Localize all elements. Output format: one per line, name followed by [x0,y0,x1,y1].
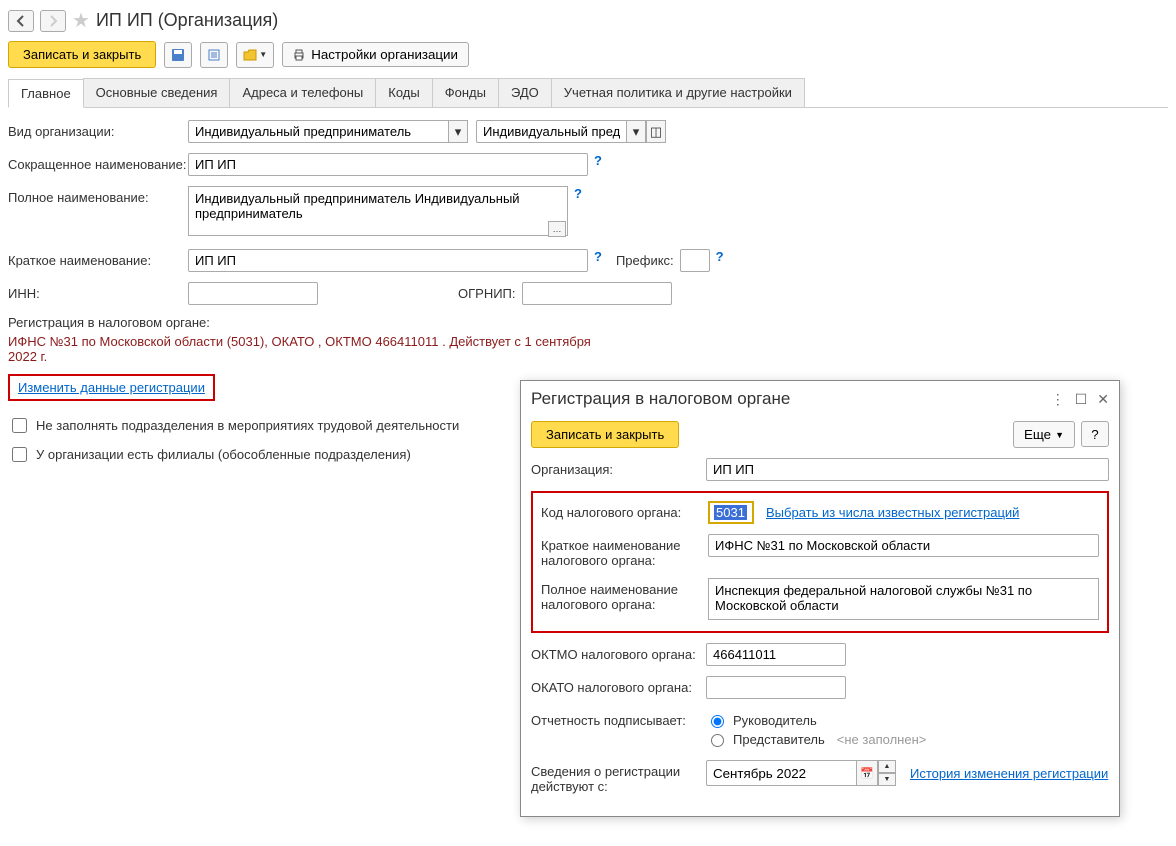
tab-funds[interactable]: Фонды [432,78,499,107]
printer-icon [293,49,305,61]
tabs: Главное Основные сведения Адреса и телеф… [8,78,1168,108]
no-subdivisions-label: Не заполнять подразделения в мероприятия… [36,418,459,433]
okato-label: ОКАТО налогового органа: [531,676,706,695]
inn-input[interactable] [188,282,318,305]
org-type-select[interactable] [188,120,448,143]
signer-radio-rep[interactable] [711,734,724,747]
dialog-help-button[interactable]: ? [1081,421,1109,447]
tax-code-label: Код налогового органа: [541,501,708,520]
dialog-org-input[interactable] [706,458,1109,481]
help-icon[interactable]: ? [716,249,724,264]
short-name-input[interactable] [188,153,588,176]
not-filled-text: <не заполнен> [837,732,927,747]
tab-addresses[interactable]: Адреса и телефоны [229,78,376,107]
dialog-save-close-button[interactable]: Записать и закрыть [531,421,679,448]
no-subdivisions-checkbox[interactable] [12,418,27,433]
dialog-org-label: Организация: [531,458,706,477]
tab-main[interactable]: Главное [8,79,84,108]
full-name-label: Полное наименование: [8,186,188,205]
save-and-close-button[interactable]: Записать и закрыть [8,41,156,68]
open-icon[interactable]: ◫ [646,120,666,143]
tab-codes[interactable]: Коды [375,78,432,107]
chevron-down-icon[interactable]: ▾ [448,120,468,143]
expand-button[interactable]: … [548,221,566,237]
favorite-star-icon[interactable]: ★ [72,8,90,33]
oktmo-input[interactable] [706,643,846,666]
dialog-maximize-icon[interactable]: ☐ [1075,391,1088,408]
oktmo-label: ОКТМО налогового органа: [531,643,706,662]
short-tax-label: Краткое наименование налогового органа: [541,534,708,568]
registration-label: Регистрация в налоговом органе: [8,315,1168,330]
history-link[interactable]: История изменения регистрации [910,766,1108,781]
help-icon[interactable]: ? [594,249,602,264]
prefix-input[interactable] [680,249,710,272]
change-registration-link[interactable]: Изменить данные регистрации [18,380,205,395]
spinner-up[interactable]: ▲ [878,760,896,773]
main-toolbar: Записать и закрыть ▼ Настройки организац… [8,41,1168,68]
signer-head-label: Руководитель [733,713,817,728]
signer-radio-head[interactable] [711,715,724,728]
titlebar: ★ ИП ИП (Организация) [8,8,1168,33]
registration-dialog: Регистрация в налоговом органе ⋮ ☐ ✕ Зап… [520,380,1120,817]
dialog-menu-icon[interactable]: ⋮ [1051,391,1065,408]
short-tax-input[interactable] [708,534,1099,557]
help-icon[interactable]: ? [594,153,602,168]
valid-from-input[interactable] [706,760,856,786]
highlight-box: Изменить данные регистрации [8,374,215,401]
brief-name-label: Краткое наименование: [8,249,188,268]
valid-from-label: Сведения о регистрации действуют с: [531,760,706,794]
brief-name-input[interactable] [188,249,588,272]
dialog-more-button[interactable]: Еще▼ [1013,421,1075,448]
tab-edo[interactable]: ЭДО [498,78,552,107]
short-name-label: Сокращенное наименование: [8,153,188,172]
prefix-label: Префикс: [616,249,674,268]
inn-label: ИНН: [8,282,188,301]
org-type-label: Вид организации: [8,120,188,139]
dialog-close-icon[interactable]: ✕ [1097,391,1109,408]
ogrnip-label: ОГРНИП: [458,282,516,301]
full-tax-input[interactable] [708,578,1099,620]
folder-dropdown-button[interactable]: ▼ [236,42,274,68]
tab-accounting-policy[interactable]: Учетная политика и другие настройки [551,78,805,107]
registration-text: ИФНС №31 по Московской области (5031), О… [8,334,608,364]
highlight-section: Код налогового органа: 5031 Выбрать из ч… [531,491,1109,633]
signer-label: Отчетность подписывает: [531,709,706,728]
nav-forward-button[interactable] [40,10,66,32]
nav-back-button[interactable] [8,10,34,32]
calendar-icon[interactable]: 📅 [856,760,878,786]
signer-rep-label: Представитель [733,732,825,747]
has-branches-label: У организации есть филиалы (обособленные… [36,447,411,462]
org-settings-button[interactable]: Настройки организации [282,42,469,67]
full-name-input[interactable] [188,186,568,236]
select-registration-link[interactable]: Выбрать из числа известных регистраций [766,505,1019,520]
okato-input[interactable] [706,676,846,699]
save-icon-button[interactable] [164,42,192,68]
tab-basic-info[interactable]: Основные сведения [83,78,231,107]
org-type-select-2[interactable] [476,120,626,143]
page-title: ИП ИП (Организация) [96,10,278,31]
list-icon-button[interactable] [200,42,228,68]
help-icon[interactable]: ? [574,186,582,201]
spinner-down[interactable]: ▼ [878,773,896,786]
dialog-title: Регистрация в налоговом органе [531,389,790,409]
ogrnip-input[interactable] [522,282,672,305]
tax-code-input[interactable]: 5031 [708,501,754,524]
has-branches-checkbox[interactable] [12,447,27,462]
full-tax-label: Полное наименование налогового органа: [541,578,708,612]
chevron-down-icon[interactable]: ▾ [626,120,646,143]
